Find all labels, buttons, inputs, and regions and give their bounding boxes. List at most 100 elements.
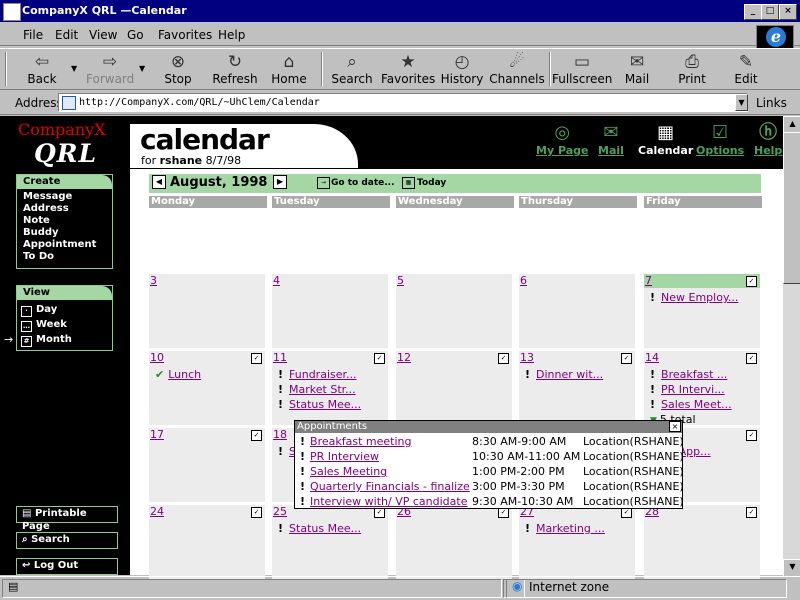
menu-edit[interactable]: Edit — [55, 28, 78, 42]
appointment-link[interactable]: Interview with/ VP candidate — [310, 495, 467, 508]
day-cell[interactable]: 5 — [396, 274, 512, 348]
forward-dropdown-icon[interactable]: ▼ — [139, 64, 145, 73]
nav-options[interactable]: ☑ Options — [696, 122, 744, 157]
search-toolbar-button[interactable]: ⌕ Search — [329, 52, 375, 86]
fullscreen-toolbar-button[interactable]: ▭ Fullscreen — [552, 52, 612, 86]
appointment-row[interactable]: ! Breakfast meeting — [300, 435, 411, 448]
day-number[interactable]: 4 — [273, 274, 280, 287]
day-cell[interactable] — [396, 210, 512, 270]
scroll-thumb[interactable] — [783, 132, 800, 284]
prev-month-button[interactable]: ◀ — [152, 175, 166, 189]
event-item[interactable]: ✔ Lunch — [155, 368, 201, 381]
event-link[interactable]: Breakfast ... — [661, 368, 727, 381]
day-number[interactable]: 13 — [520, 351, 534, 364]
minimize-button[interactable]: _ — [744, 4, 762, 20]
forward-toolbar-button[interactable]: ⇨ Forward — [86, 52, 134, 86]
nav-mail[interactable]: ✉ Mail — [598, 122, 624, 157]
day-cell[interactable]: 26 ✓ — [396, 505, 512, 579]
appointment-row[interactable]: ! Interview with/ VP candidate — [300, 495, 467, 508]
nav-my-page[interactable]: ◎ My Page — [536, 122, 588, 157]
day-number[interactable]: 3 — [150, 274, 157, 287]
view-month-link[interactable]: # Month — [17, 332, 112, 347]
history-toolbar-button[interactable]: ◴ History — [439, 52, 485, 86]
event-item[interactable]: ! Breakfast ... — [650, 368, 727, 381]
day-cell[interactable]: 17 ✓ — [149, 428, 265, 502]
event-link[interactable]: Status Mee... — [289, 398, 361, 411]
day-cell[interactable] — [644, 210, 760, 270]
day-number[interactable]: 14 — [645, 351, 659, 364]
appointment-row[interactable]: ! Sales Meeting — [300, 465, 387, 478]
day-cell[interactable]: 11 ✓! Fundraiser...! Market Str...! Status M… — [272, 351, 388, 425]
next-month-button[interactable]: ▶ — [273, 175, 287, 189]
day-check-icon[interactable]: ✓ — [746, 276, 757, 287]
back-dropdown-icon[interactable]: ▼ — [71, 64, 77, 73]
nav-calendar[interactable]: ▦ Calendar — [638, 122, 693, 157]
day-number[interactable]: 17 — [150, 428, 164, 441]
menu-view[interactable]: View — [89, 28, 117, 42]
view-week-link[interactable]: … Week — [17, 317, 112, 332]
day-check-icon[interactable]: ✓ — [746, 507, 757, 518]
home-toolbar-button[interactable]: ⌂ Home — [268, 52, 310, 86]
day-check-icon[interactable]: ✓ — [374, 353, 385, 364]
search-button[interactable]: ⌕ Search — [16, 532, 118, 549]
day-number[interactable]: 6 — [520, 274, 527, 287]
appointment-row[interactable]: ! PR Interview — [300, 450, 379, 463]
event-item[interactable]: ! Sales Meet... — [650, 398, 732, 411]
day-number[interactable]: 24 — [150, 505, 164, 518]
day-cell[interactable] — [272, 210, 388, 270]
event-link[interactable]: New Employ... — [661, 291, 738, 304]
event-item[interactable]: ! Dinner wit... — [525, 368, 603, 381]
appointment-link[interactable]: Quarterly Financials - finalize — [310, 480, 470, 493]
address-dropdown-button[interactable]: ▼ — [735, 94, 748, 111]
day-cell[interactable]: 10 ✓ ✔ Lunch — [149, 351, 265, 425]
event-link[interactable]: Dinner wit... — [536, 368, 603, 381]
event-link[interactable]: Fundraiser... — [289, 368, 356, 381]
view-day-link[interactable]: · Day — [17, 302, 112, 317]
create-appointment-link[interactable]: Appointment — [17, 239, 112, 251]
printable-page-button[interactable]: ▤ Printable Page — [16, 506, 118, 532]
day-cell[interactable]: 12 ✓ — [396, 351, 512, 425]
menu-go[interactable]: Go — [127, 28, 144, 42]
day-cell[interactable]: 24 ✓ — [149, 505, 265, 579]
day-check-icon[interactable]: ✓ — [621, 353, 632, 364]
day-number[interactable]: 12 — [397, 351, 411, 364]
day-cell[interactable]: 6 — [519, 274, 635, 348]
day-number[interactable]: 10 — [150, 351, 164, 364]
create-note-link[interactable]: Note — [17, 215, 112, 227]
menu-help[interactable]: Help — [218, 28, 245, 42]
event-link[interactable]: Sales Meet... — [661, 398, 732, 411]
event-link[interactable]: Market Str... — [289, 383, 356, 396]
event-link[interactable]: Status Mee... — [289, 522, 361, 535]
day-cell[interactable]: 27 ✓! Marketing ... — [519, 505, 635, 579]
today-link[interactable]: Today — [417, 178, 446, 188]
title-bar[interactable]: CompanyX QRL —Calendar _ □ × — [0, 0, 800, 22]
goto-date-link[interactable]: Go to date... — [331, 178, 395, 188]
print-toolbar-button[interactable]: ⎙ Print — [675, 52, 709, 86]
event-item[interactable]: ! Status Mee... — [278, 522, 361, 535]
create-message-link[interactable]: Message — [17, 191, 112, 203]
day-check-icon[interactable]: ✓ — [498, 353, 509, 364]
day-cell[interactable]: 28 ✓ — [644, 505, 760, 579]
stop-toolbar-button[interactable]: ⊗ Stop — [156, 52, 200, 86]
logout-button[interactable]: ↩ Log Out — [16, 558, 118, 575]
event-item[interactable]: ! Market Str... — [278, 383, 356, 396]
appointment-link[interactable]: Sales Meeting — [310, 465, 387, 478]
links-button[interactable]: Links — [756, 96, 787, 110]
day-check-icon[interactable]: ✓ — [251, 507, 262, 518]
nav-help[interactable]: ⓗ Help — [754, 122, 782, 157]
popup-close-button[interactable]: × — [669, 421, 681, 432]
favorites-toolbar-button[interactable]: ★ Favorites — [381, 52, 435, 86]
day-cell[interactable]: 14 ✓! Breakfast ...! PR Intervi...! Sales Me… — [644, 351, 760, 426]
appointment-link[interactable]: PR Interview — [310, 450, 379, 463]
close-button[interactable]: × — [779, 4, 797, 20]
create-todo-link[interactable]: To Do — [17, 251, 112, 263]
refresh-toolbar-button[interactable]: ↻ Refresh — [209, 52, 261, 86]
event-item[interactable]: ! Fundraiser... — [278, 368, 357, 381]
event-link[interactable]: PR Intervi... — [661, 383, 725, 396]
channels-toolbar-button[interactable]: ☄ Channels — [489, 52, 545, 86]
day-number[interactable]: 25 — [273, 505, 287, 518]
menu-file[interactable]: File — [23, 28, 43, 42]
event-link[interactable]: Lunch — [168, 368, 201, 381]
edit-toolbar-button[interactable]: ✎ Edit — [731, 52, 761, 86]
day-cell[interactable]: 3 — [149, 274, 265, 348]
